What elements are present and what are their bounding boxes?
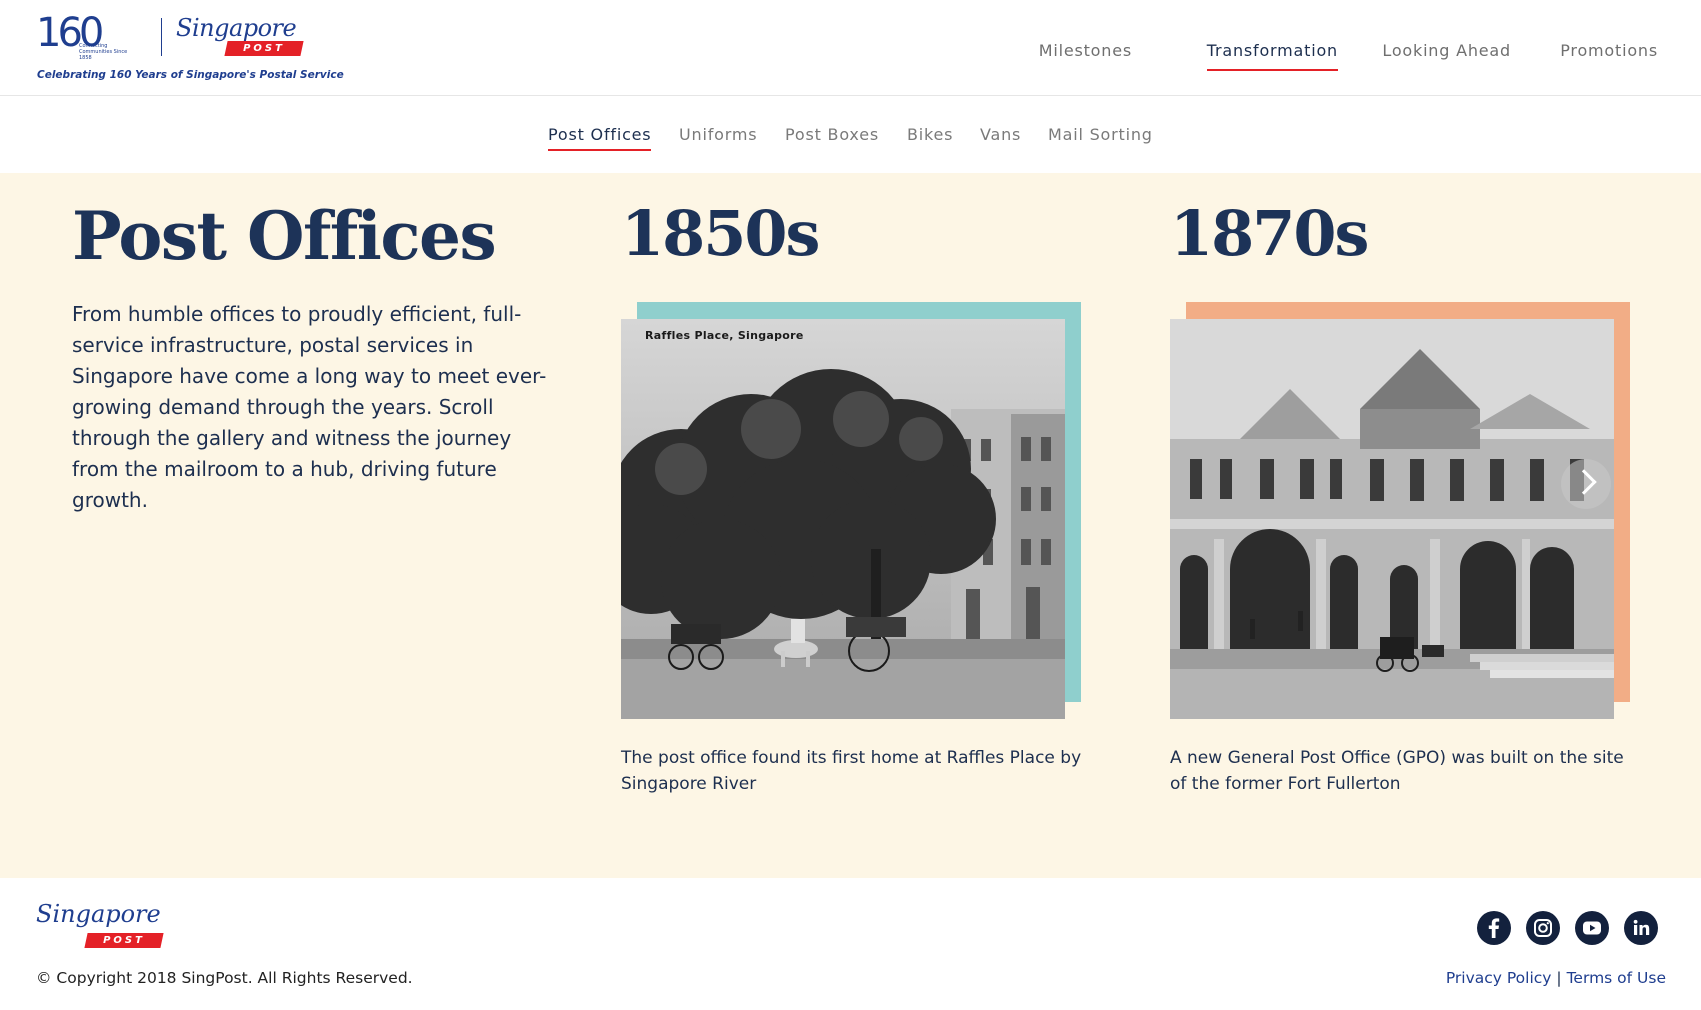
tab-uniforms[interactable]: Uniforms (679, 125, 757, 144)
tab-mail-sorting[interactable]: Mail Sorting (1048, 125, 1153, 144)
post-badge: POST (84, 933, 164, 948)
era-year: 1850s (621, 197, 820, 270)
instagram-icon (1534, 919, 1552, 937)
tab-post-offices[interactable]: Post Offices (548, 125, 652, 151)
sub-nav: Post Offices Uniforms Post Boxes Bikes V… (0, 97, 1701, 173)
nav-item-promotions[interactable]: Promotions (1560, 41, 1658, 60)
raffles-place-photo: Raffles Place, Singapore (621, 319, 1065, 719)
legal-links: Privacy Policy | Terms of Use (1446, 969, 1666, 987)
linkedin-link[interactable] (1624, 911, 1658, 945)
photo-label: Raffles Place, Singapore (645, 329, 804, 342)
tab-vans[interactable]: Vans (980, 125, 1021, 144)
logo-divider (161, 18, 162, 56)
page-title: Post Offices (72, 197, 497, 275)
tab-bikes[interactable]: Bikes (907, 125, 953, 144)
copyright-text: © Copyright 2018 SingPost. All Rights Re… (36, 969, 413, 987)
facebook-link[interactable] (1477, 911, 1511, 945)
celebration-tagline: Celebrating 160 Years of Singapore's Pos… (37, 69, 344, 81)
post-badge: POST (224, 41, 304, 56)
chevron-right-icon (1571, 469, 1597, 495)
tab-post-boxes[interactable]: Post Boxes (785, 125, 879, 144)
linkedin-icon (1633, 919, 1650, 935)
singpost-script-logo: Singapore (176, 14, 297, 42)
site-header: 160 Connecting Communities Since 1858 Si… (0, 0, 1701, 96)
youtube-icon (1583, 921, 1601, 935)
era-caption: A new General Post Office (GPO) was buil… (1170, 748, 1624, 794)
era-year: 1870s (1170, 197, 1369, 270)
singpost-script-logo: Singapore (36, 900, 161, 928)
site-footer: Singapore POST © Copyright 2018 SingPost… (0, 878, 1701, 1010)
instagram-link[interactable] (1526, 911, 1560, 945)
youtube-link[interactable] (1575, 911, 1609, 945)
facebook-icon (1488, 918, 1500, 938)
era-caption: The post office found its first home at … (621, 748, 1082, 794)
gallery-section: Post Offices From humble offices to prou… (0, 173, 1701, 878)
general-post-office-photo (1170, 319, 1614, 719)
legal-separator: | (1556, 969, 1562, 987)
terms-of-use-link[interactable]: Terms of Use (1567, 969, 1666, 987)
nav-item-transformation[interactable]: Transformation (1206, 41, 1339, 71)
carousel-next-button[interactable] (1561, 459, 1611, 509)
nav-item-milestones[interactable]: Milestones (1039, 41, 1132, 60)
intro-text: From humble offices to proudly efficient… (72, 302, 547, 512)
privacy-policy-link[interactable]: Privacy Policy (1446, 969, 1552, 987)
nav-item-looking-ahead[interactable]: Looking Ahead (1382, 41, 1511, 60)
logo-tagline: Connecting Communities Since 1858 (79, 43, 128, 61)
